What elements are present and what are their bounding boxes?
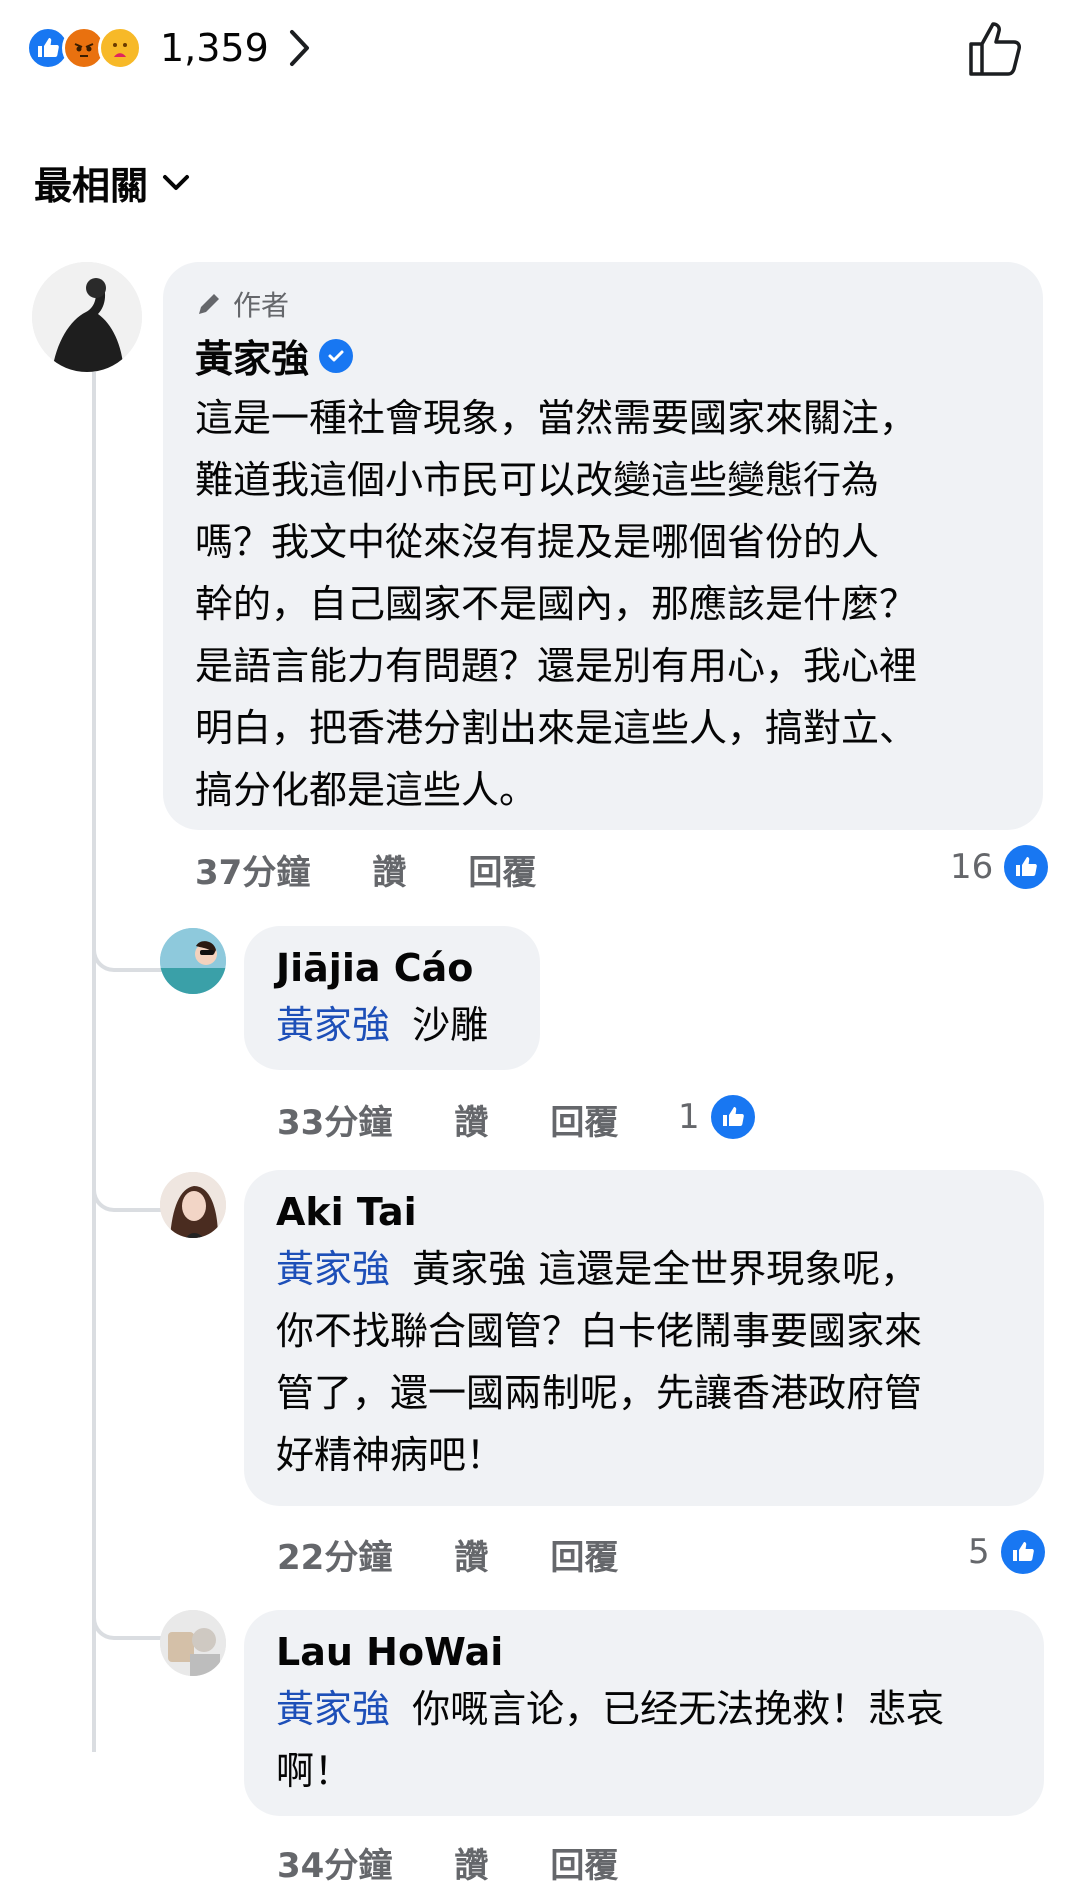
reply-text: 黃家強 你嘅言论，已经无法挽救！悲哀 啊！ [276,1687,945,1793]
like-link[interactable]: 讚 [454,1530,488,1579]
verified-badge-icon [319,338,354,373]
reply-actions: 22分鐘 讚 回覆 [277,1530,680,1579]
mention-link[interactable]: 黃家強 [276,1687,390,1731]
reply-time: 33分鐘 [277,1103,393,1143]
like-button[interactable] [965,18,1027,80]
reply-time: 22分鐘 [277,1538,393,1578]
reply-link[interactable]: 回覆 [550,1530,618,1579]
avatar[interactable] [160,928,226,994]
reply-author-name[interactable]: Jiājia Cáo [276,946,508,990]
avatar[interactable] [160,1610,226,1676]
mention-link[interactable]: 黃家強 [276,1247,390,1291]
reply-link[interactable]: 回覆 [468,845,536,894]
reactions-summary[interactable]: 1,359 [26,20,313,76]
reply-author-name[interactable]: Aki Tai [276,1190,1012,1234]
author-tag: 作者 [195,284,1011,324]
comment-actions: 37分鐘 讚 回覆 [195,845,598,894]
thread-line [92,372,96,1752]
chevron-right-icon [289,30,309,66]
reply-author-name[interactable]: Lau HoWai [276,1630,1012,1674]
avatar[interactable] [160,1172,226,1238]
reply-reaction-count[interactable]: 5 [968,1527,1048,1577]
reaction-count: 1,359 [160,26,269,70]
mention-link[interactable]: 黃家強 [276,1003,390,1047]
reply-bubble: Lau HoWai 黃家強 你嘅言论，已经无法挽救！悲哀 啊！ [244,1610,1044,1816]
like-icon [1001,842,1052,892]
comment-reaction-count[interactable]: 16 [950,842,1052,892]
like-link[interactable]: 讚 [454,1095,488,1144]
like-icon [997,1527,1048,1577]
reply-reaction-count[interactable]: 1 [678,1092,758,1142]
reply-bubble: Aki Tai 黃家強 黃家強 這還是全世界現象呢， 你不找聯合國管？白卡佬鬧事… [244,1170,1044,1506]
reply-text: 黃家強 黃家強 這還是全世界現象呢， 你不找聯合國管？白卡佬鬧事要國家來 管了，… [276,1247,923,1477]
reply-actions: 33分鐘 讚 回覆 [277,1095,680,1144]
care-reaction-icon [98,26,142,70]
reply-time: 34分鐘 [277,1846,393,1886]
sort-label: 最相關 [34,164,149,208]
like-link[interactable]: 讚 [372,845,406,894]
comment-text: 這是一種社會現象，當然需要國家來關注， 難道我這個小市民可以改變這些變態行為 嗎… [195,396,918,812]
chevron-down-icon [163,174,190,190]
comment-time: 37分鐘 [195,853,311,893]
pencil-icon [199,294,219,314]
thumbs-up-icon [969,22,1021,76]
comment-bubble: 作者 黃家強 這是一種社會現象，當然需要國家來關注， 難道我這個小市民可以改變這… [163,262,1043,830]
reply-text: 黃家強 沙雕 [276,1003,489,1047]
like-icon [707,1092,758,1142]
reply-actions: 34分鐘 讚 回覆 [277,1838,680,1887]
comment-author-name[interactable]: 黃家強 [195,328,309,383]
reply-bubble: Jiājia Cáo 黃家強 沙雕 [244,926,540,1070]
reply-link[interactable]: 回覆 [550,1095,618,1144]
avatar[interactable] [32,262,142,372]
reply-link[interactable]: 回覆 [550,1838,618,1887]
sort-dropdown[interactable]: 最相關 [34,155,190,210]
like-link[interactable]: 讚 [454,1838,488,1887]
